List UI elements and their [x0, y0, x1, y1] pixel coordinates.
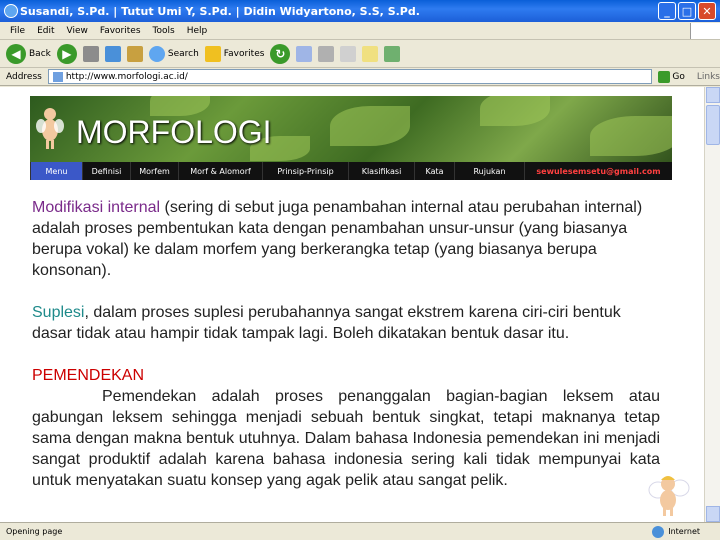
nav-klasifikasi[interactable]: Klasifikasi: [348, 162, 414, 180]
menu-file[interactable]: File: [4, 26, 31, 36]
nav-kata[interactable]: Kata: [414, 162, 454, 180]
address-value: http://www.morfologi.ac.id/: [65, 71, 188, 82]
heading-pemendekan: PEMENDEKAN: [32, 367, 145, 384]
minimize-button[interactable]: _: [658, 2, 676, 20]
mail-icon[interactable]: [296, 45, 313, 62]
nav-morfem[interactable]: Morfem: [130, 162, 178, 180]
main-content: Modifikasi internal (sering di sebut jug…: [32, 197, 660, 491]
paragraph-modifikasi: Modifikasi internal (sering di sebut jug…: [32, 197, 660, 281]
scroll-up-icon[interactable]: [706, 87, 720, 103]
discuss-icon[interactable]: [362, 45, 379, 62]
print-icon[interactable]: [318, 45, 335, 62]
close-button[interactable]: ✕: [698, 2, 716, 20]
status-bar: Opening page Internet: [0, 522, 720, 540]
term-modifikasi: Modifikasi internal: [32, 199, 161, 216]
windows-logo-icon: [690, 22, 720, 39]
nav-definisi[interactable]: Definisi: [82, 162, 130, 180]
go-button[interactable]: Go: [658, 70, 685, 83]
maximize-button[interactable]: □: [678, 2, 696, 20]
address-label: Address: [6, 71, 42, 82]
scroll-down-icon[interactable]: [706, 506, 720, 522]
text-pemendekan: Pemendekan adalah proses penanggalan bag…: [32, 388, 660, 489]
paragraph-pemendekan: Pemendekan adalah proses penanggalan bag…: [32, 386, 660, 491]
search-icon: [148, 45, 165, 62]
edit-icon[interactable]: [340, 45, 357, 62]
favorites-button[interactable]: Favorites: [204, 45, 265, 62]
links-button[interactable]: Links: [697, 72, 720, 82]
zone-label: Internet: [668, 527, 700, 536]
internet-zone-icon: [652, 525, 665, 538]
web-page: MORFOLOGI Menu Definisi Morfem Morf & Al…: [0, 87, 704, 522]
menu-edit[interactable]: Edit: [31, 26, 60, 36]
search-button[interactable]: Search: [148, 45, 199, 62]
back-button[interactable]: ◀ Back: [6, 43, 51, 64]
scroll-thumb[interactable]: [706, 105, 720, 145]
nav-morf-alomorf[interactable]: Morf & Alomorf: [178, 162, 262, 180]
go-arrow-icon: [658, 70, 671, 83]
menu-help[interactable]: Help: [181, 26, 214, 36]
menu-tools[interactable]: Tools: [147, 26, 181, 36]
paragraph-suplesi: Suplesi, dalam proses suplesi perubahann…: [32, 302, 660, 344]
nav-email-link[interactable]: sewulesemsetu@gmail.com: [524, 162, 672, 180]
menu-bar: File Edit View Favorites Tools Help: [0, 22, 720, 40]
ie-icon: [4, 4, 18, 18]
history-icon[interactable]: ↻: [270, 43, 291, 64]
address-bar: Address http://www.morfologi.ac.id/ Go L…: [0, 68, 720, 86]
menu-view[interactable]: View: [61, 26, 94, 36]
cherub-decoration-icon: [648, 476, 690, 516]
site-nav: Menu Definisi Morfem Morf & Alomorf Prin…: [30, 162, 672, 180]
toolbar: ◀ Back ▶ Search Favorites ↻: [0, 40, 720, 68]
status-text: Opening page: [6, 527, 63, 536]
cherub-icon: [36, 108, 64, 149]
nav-prinsip[interactable]: Prinsip-Prinsip: [262, 162, 348, 180]
messenger-icon[interactable]: [384, 45, 401, 62]
site-title: MORFOLOGI: [76, 114, 272, 150]
nav-rujukan[interactable]: Rujukan: [454, 162, 524, 180]
title-bar: Susandi, S.Pd. | Tutut Umi Y, S.Pd. | Di…: [0, 0, 720, 22]
window-title: Susandi, S.Pd. | Tutut Umi Y, S.Pd. | Di…: [20, 4, 420, 18]
vertical-scrollbar[interactable]: [704, 87, 720, 522]
refresh-icon[interactable]: [104, 45, 121, 62]
forward-button[interactable]: ▶: [56, 43, 77, 64]
nav-menu[interactable]: Menu: [30, 162, 82, 180]
address-input[interactable]: http://www.morfologi.ac.id/: [47, 69, 653, 84]
star-icon: [204, 45, 221, 62]
back-arrow-icon: ◀: [6, 43, 26, 64]
go-label: Go: [672, 71, 685, 82]
page-icon: [52, 71, 63, 82]
favorites-label: Favorites: [223, 48, 265, 59]
text-suplesi: , dalam proses suplesi perubahannya sang…: [32, 304, 621, 342]
back-label: Back: [29, 48, 51, 59]
menu-favorites[interactable]: Favorites: [94, 26, 147, 36]
search-label: Search: [167, 48, 199, 59]
home-icon[interactable]: [126, 45, 143, 62]
term-suplesi: Suplesi: [32, 304, 85, 321]
stop-icon[interactable]: [82, 45, 99, 62]
